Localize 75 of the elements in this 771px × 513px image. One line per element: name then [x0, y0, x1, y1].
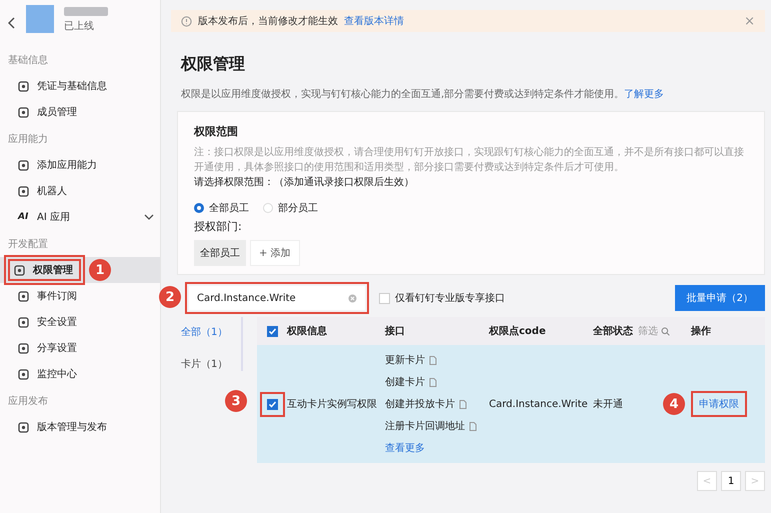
clear-icon[interactable]: [348, 294, 357, 302]
sidebar-item[interactable]: 机器人: [8, 181, 160, 201]
app-status: 已上线: [64, 20, 95, 33]
radio-option[interactable]: 部分员工: [263, 201, 318, 215]
column-header: 权限点code: [489, 326, 546, 337]
api-name: 注册卡片回调地址: [385, 420, 465, 433]
sidebar-section-label: 应用发布: [7, 394, 49, 409]
table-cell-text: Card.Instance.Write: [489, 398, 589, 410]
chevron-icon[interactable]: [144, 214, 154, 220]
scope-note: 注：接口权限是以应用维度做授权，请合理使用钉钉开放接口，实现跟钉钉核心能力的全面互通，并不是所有接口都可以直接开通使用，具体参照接口的使用范围和适用类型，部分接口需要付费或达到特定条件后才可使用。: [194, 146, 745, 175]
pro-only-checkbox[interactable]: 仅看钉钉专业版专享接口: [379, 291, 505, 305]
sidebar-section-label: 应用能力: [7, 132, 49, 147]
menu-item-icon: [18, 186, 29, 196]
card-title: 权限范围: [194, 124, 239, 139]
menu-item-icon: [18, 342, 29, 354]
api-name: 更新卡片: [385, 354, 425, 367]
document-icon[interactable]: [459, 400, 467, 408]
callout-badge: 2: [159, 286, 181, 308]
radio-option[interactable]: 全部员工: [194, 201, 249, 215]
status-text: 未开通: [593, 398, 623, 411]
document-icon[interactable]: [429, 378, 437, 386]
callout-badge: 1: [89, 259, 111, 281]
menu-item-icon: [18, 290, 29, 302]
sidebar-item[interactable]: 版本管理与发布: [8, 417, 160, 437]
document-icon[interactable]: [469, 422, 477, 430]
sidebar-item[interactable]: 事件订阅: [8, 286, 160, 306]
sidebar-item[interactable]: 成员管理: [8, 102, 160, 122]
select-all-checkbox[interactable]: [266, 326, 278, 336]
page-number-button[interactable]: 1: [721, 471, 741, 491]
dept-tag: 全部员工: [194, 240, 246, 266]
table-cell-text: 互动卡片实例写权限: [287, 398, 378, 411]
callout-badge: 3: [225, 390, 247, 412]
info-icon: [181, 16, 192, 26]
column-header: 接口: [385, 326, 405, 337]
column-header: 权限信息: [287, 326, 327, 337]
api-name: 创建卡片: [385, 376, 425, 389]
column-header: 全部状态: [593, 324, 633, 338]
sidebar-item[interactable]: 凭证与基础信息: [8, 76, 160, 96]
add-button[interactable]: + 添加: [250, 240, 300, 266]
menu-item-icon: [18, 316, 29, 328]
document-icon[interactable]: [429, 356, 437, 364]
menu-item-icon: [14, 264, 25, 276]
sidebar-item[interactable]: 分享设置: [8, 338, 160, 358]
sidebar-item[interactable]: 监控中心: [8, 364, 160, 384]
app-logo: [26, 5, 54, 33]
dept-label: 授权部门:: [194, 219, 243, 234]
menu-item-icon: [18, 422, 29, 432]
sidebar-item[interactable]: AI AI 应用: [8, 207, 160, 227]
search-field[interactable]: Card.Instance.Write: [189, 286, 365, 310]
batch-apply-button[interactable]: 批量申请（2）: [674, 285, 765, 311]
sidebar-item[interactable]: 添加应用能力: [8, 155, 160, 175]
sidebar-item[interactable]: 安全设置: [8, 312, 160, 332]
search-icon[interactable]: [661, 326, 670, 336]
sidebar-section-label: 基础信息: [7, 54, 49, 68]
sidebar-section-label: 开发配置: [7, 238, 49, 252]
row-checkbox[interactable]: [266, 398, 278, 410]
menu-item-icon: [18, 160, 29, 170]
callout-badge: 4: [663, 393, 685, 415]
apply-permission-link[interactable]: 申请权限: [691, 391, 747, 417]
notice-text: 版本发布后，当前修改才能生效: [198, 14, 338, 28]
page-description: 权限是以应用维度做授权，实现与钉钉核心能力的全面互通,部分需要付费或达到特定条件才能使用。了解更多: [181, 88, 666, 101]
api-name: 创建并投放卡片: [385, 398, 455, 411]
version-details-link[interactable]: 查看版本详情: [344, 14, 404, 28]
back-icon[interactable]: [8, 17, 16, 29]
column-header: 操作: [691, 324, 711, 338]
menu-item-icon: [18, 368, 29, 380]
app-name-blurred: [64, 7, 108, 16]
category-tab[interactable]: 卡片（1）: [171, 357, 241, 371]
learn-more-link[interactable]: 了解更多: [624, 89, 664, 100]
category-tab[interactable]: 全部（1）: [171, 325, 241, 339]
view-more-link[interactable]: 查看更多: [385, 441, 489, 455]
page-title: 权限管理: [181, 54, 246, 75]
menu-item-icon: [18, 106, 29, 118]
menu-item-icon: [18, 80, 29, 92]
scope-prompt: 请选择权限范围：（添加通讯录接口权限后生效）: [194, 176, 415, 189]
